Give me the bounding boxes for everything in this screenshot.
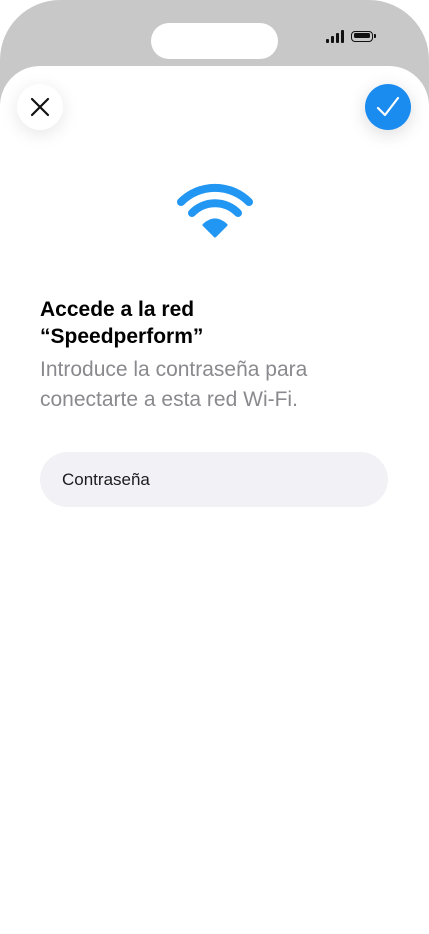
network-title: Accede a la red “Speedperform” — [40, 296, 400, 350]
subtitle-line-2: conectarte a esta red Wi-Fi. — [40, 388, 298, 411]
join-confirm-button[interactable] — [365, 84, 411, 130]
close-icon — [30, 97, 50, 117]
wifi-icon — [177, 183, 253, 238]
subtitle-line-1: Introduce la contraseña para — [40, 358, 308, 381]
cellular-signal-icon — [326, 29, 344, 43]
dynamic-island — [151, 23, 278, 59]
status-bar-icons — [326, 28, 376, 44]
instruction-text: Introduce la contraseña para conectarte … — [40, 355, 400, 415]
password-input[interactable] — [40, 452, 388, 507]
battery-icon — [351, 30, 376, 42]
close-button[interactable] — [17, 84, 63, 130]
checkmark-icon — [376, 96, 400, 117]
title-line-1: Accede a la red — [40, 298, 195, 321]
title-line-2: “Speedperform” — [40, 325, 204, 348]
phone-screen: Accede a la red “Speedperform” Introduce… — [0, 0, 429, 934]
